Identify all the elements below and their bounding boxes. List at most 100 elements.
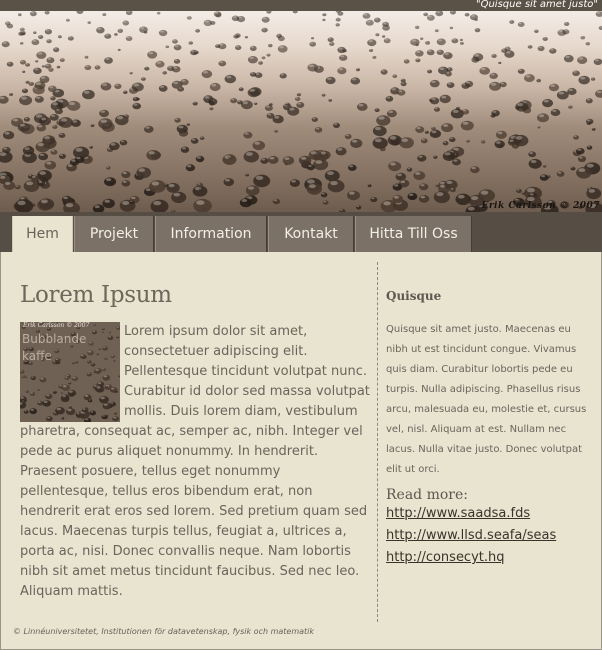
bubble-highlight: [416, 58, 419, 61]
bubble-highlight: [394, 184, 399, 187]
bubble-highlight: [254, 102, 256, 104]
bubble-shape: [104, 385, 109, 389]
column-divider: [377, 262, 378, 622]
bubble-highlight: [114, 412, 116, 414]
bubble-highlight: [196, 200, 205, 205]
bubble-highlight: [83, 90, 90, 94]
bubble-highlight: [75, 147, 83, 152]
bubble-highlight: [20, 27, 23, 30]
bubble-highlight: [203, 70, 208, 74]
nav-tab-information[interactable]: Information: [155, 216, 267, 252]
bubble-highlight: [329, 99, 331, 101]
bubble-highlight: [436, 11, 441, 13]
bubble-highlight: [65, 203, 74, 208]
bubble-highlight: [526, 188, 535, 193]
bubble-shape: [22, 70, 26, 73]
bubble-highlight: [5, 181, 11, 185]
bubble-highlight: [596, 11, 601, 14]
bubble-highlight: [368, 39, 373, 43]
bubble-highlight: [269, 156, 275, 160]
bubble-highlight: [386, 96, 391, 99]
bubble-highlight: [164, 184, 167, 186]
bubble-highlight: [552, 109, 557, 113]
bubble-highlight: [297, 102, 302, 105]
bubble-highlight: [20, 31, 24, 33]
bubble-highlight: [173, 81, 179, 85]
bubble-shape: [433, 155, 438, 159]
bubble-highlight: [105, 34, 109, 36]
bubble-highlight: [352, 139, 358, 143]
sidebar-link[interactable]: http://consecyt.hq: [386, 547, 591, 569]
bubble-highlight: [210, 107, 212, 109]
bubble-highlight: [416, 127, 421, 130]
bubble-highlight: [363, 13, 368, 16]
bubble-highlight: [145, 126, 150, 129]
bubble-highlight: [312, 117, 316, 120]
bubble-highlight: [471, 166, 476, 170]
bubble-highlight: [87, 372, 90, 375]
bubble-highlight: [122, 171, 127, 175]
bubble-highlight: [62, 417, 64, 419]
bubble-highlight: [85, 65, 89, 68]
bubble-highlight: [442, 124, 449, 127]
bubble-highlight: [4, 131, 10, 135]
bubble-highlight: [39, 171, 46, 175]
bubble-highlight: [474, 54, 480, 57]
bubble-highlight: [471, 14, 475, 17]
bubble-highlight: [138, 168, 146, 172]
bubble-highlight: [47, 39, 50, 41]
bubble-highlight: [411, 39, 416, 42]
bubble-highlight: [374, 138, 382, 143]
bubble-highlight: [103, 403, 108, 406]
bubble-highlight: [145, 67, 148, 69]
bubble-highlight: [102, 13, 105, 15]
bubble-highlight: [46, 161, 52, 165]
bubble-highlight: [415, 26, 418, 28]
bubble-highlight: [564, 22, 568, 24]
bubble-highlight: [443, 141, 447, 143]
bubble-shape: [68, 382, 72, 385]
nav-tab-hem[interactable]: Hem: [12, 216, 73, 252]
bubble-highlight: [439, 67, 445, 70]
bubble-highlight: [453, 159, 458, 162]
nav-tab-kontakt[interactable]: Kontakt: [268, 216, 354, 252]
bubble-highlight: [409, 193, 414, 196]
bubble-highlight: [434, 107, 438, 110]
bubble-highlight: [340, 55, 345, 58]
bubble-highlight: [579, 156, 583, 159]
nav-tab-projekt[interactable]: Projekt: [74, 216, 154, 252]
bubble-highlight: [571, 167, 574, 169]
bubble-highlight: [267, 53, 269, 55]
bubble-highlight: [587, 145, 591, 148]
bubble-highlight: [401, 79, 404, 81]
bubble-highlight: [166, 45, 168, 47]
bubble-shape: [509, 20, 515, 24]
bubble-highlight: [398, 90, 402, 93]
bubble-highlight: [241, 199, 248, 202]
bubble-highlight: [37, 142, 44, 147]
bubble-highlight: [118, 375, 120, 377]
bubble-highlight: [388, 110, 394, 113]
bubble-highlight: [54, 47, 57, 50]
bubble-highlight: [310, 151, 317, 155]
bubble-highlight: [21, 375, 24, 377]
nav-tab-hitta-till-oss[interactable]: Hitta Till Oss: [355, 216, 472, 252]
bubble-highlight: [502, 49, 505, 51]
bubble-highlight: [29, 174, 32, 177]
bubble-highlight: [120, 140, 125, 143]
bubble-highlight: [226, 75, 232, 79]
bubble-highlight: [43, 400, 48, 403]
bubble-highlight: [322, 18, 325, 20]
thumbnail-credit: Erik Carlsson © 2007: [23, 322, 90, 329]
bubble-highlight: [26, 181, 34, 186]
bubble-highlight: [173, 66, 178, 69]
bubble-highlight: [428, 15, 432, 18]
sidebar-link[interactable]: http://www.saadsa.fds: [386, 503, 591, 525]
bubble-highlight: [586, 163, 594, 168]
bubble-highlight: [382, 35, 384, 37]
bubble-highlight: [397, 173, 402, 177]
sidebar-link[interactable]: http://www.llsd.seafa/seas: [386, 525, 591, 547]
bubble-highlight: [481, 140, 484, 142]
page-title: Lorem Ipsum: [20, 282, 172, 308]
bubble-highlight: [197, 156, 201, 159]
